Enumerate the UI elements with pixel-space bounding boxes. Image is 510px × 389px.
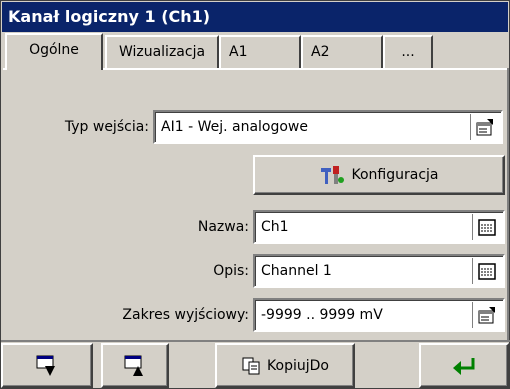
previous-window-button[interactable] <box>1 343 93 388</box>
tab-baseline <box>103 68 507 70</box>
copy-to-button[interactable]: KopiujDo <box>215 343 355 388</box>
tab-a2[interactable]: A2 <box>301 35 383 68</box>
tab-label: Ogólne <box>29 42 79 58</box>
description-value: Channel 1 <box>261 263 332 279</box>
tab-label: A1 <box>229 44 248 60</box>
output-range-label: Zakres wyjściowy: <box>122 307 249 323</box>
tab-a1[interactable]: A1 <box>219 35 301 68</box>
properties-icon[interactable] <box>470 114 499 140</box>
window-up-arrow-icon <box>123 354 147 378</box>
window-title: Kanał logiczny 1 (Ch1) <box>2 2 508 32</box>
tab-ogolne[interactable]: Ogólne <box>5 33 103 70</box>
tab-wizualizacja[interactable]: Wizualizacja <box>105 35 219 68</box>
input-type-field[interactable]: AI1 - Wej. analogowe <box>153 110 503 144</box>
next-window-button[interactable] <box>101 343 169 388</box>
keyboard-icon[interactable] <box>472 214 501 240</box>
configuration-tool-icon <box>319 164 345 186</box>
properties-icon[interactable] <box>472 302 501 328</box>
enter-button[interactable] <box>419 343 509 388</box>
output-range-value: -9999 .. 9999 mV <box>261 307 383 323</box>
tab-label: Wizualizacja <box>118 44 206 60</box>
description-label: Opis: <box>213 263 249 279</box>
configuration-button-label: Konfiguracja <box>351 167 439 183</box>
output-range-field[interactable]: -9999 .. 9999 mV <box>253 298 505 332</box>
name-field[interactable]: Ch1 <box>253 210 505 244</box>
tab-more[interactable]: ... <box>383 35 433 68</box>
configuration-button[interactable]: Konfiguracja <box>253 155 505 195</box>
window-down-arrow-icon <box>35 354 59 378</box>
panel-border <box>507 68 509 340</box>
tab-label: ... <box>401 44 415 60</box>
copy-to-label: KopiujDo <box>267 357 329 374</box>
input-type-value: AI1 - Wej. analogowe <box>161 119 308 135</box>
keyboard-icon[interactable] <box>472 258 501 284</box>
tab-label: A2 <box>311 44 330 60</box>
name-label: Nazwa: <box>197 219 249 235</box>
copy-icon <box>241 356 261 376</box>
input-type-label: Typ wejścia: <box>64 119 149 135</box>
name-value: Ch1 <box>261 219 289 235</box>
toolbar-separator <box>1 340 510 342</box>
dialog-window: Kanał logiczny 1 (Ch1) Ogólne Wizualizac… <box>0 0 510 389</box>
enter-arrow-icon <box>451 356 477 376</box>
description-field[interactable]: Channel 1 <box>253 254 505 288</box>
